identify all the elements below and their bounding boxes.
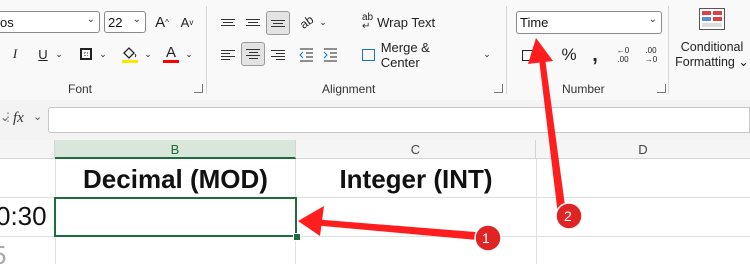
arrow-2-shaft: [539, 58, 566, 215]
arrow-1-shaft: [312, 219, 488, 241]
callout-2-number: 2: [564, 208, 572, 224]
annotation-arrows: [298, 38, 583, 252]
arrow-1-head: [298, 206, 324, 236]
arrow-2-head: [528, 38, 553, 64]
callout-1-number: 1: [482, 230, 490, 246]
